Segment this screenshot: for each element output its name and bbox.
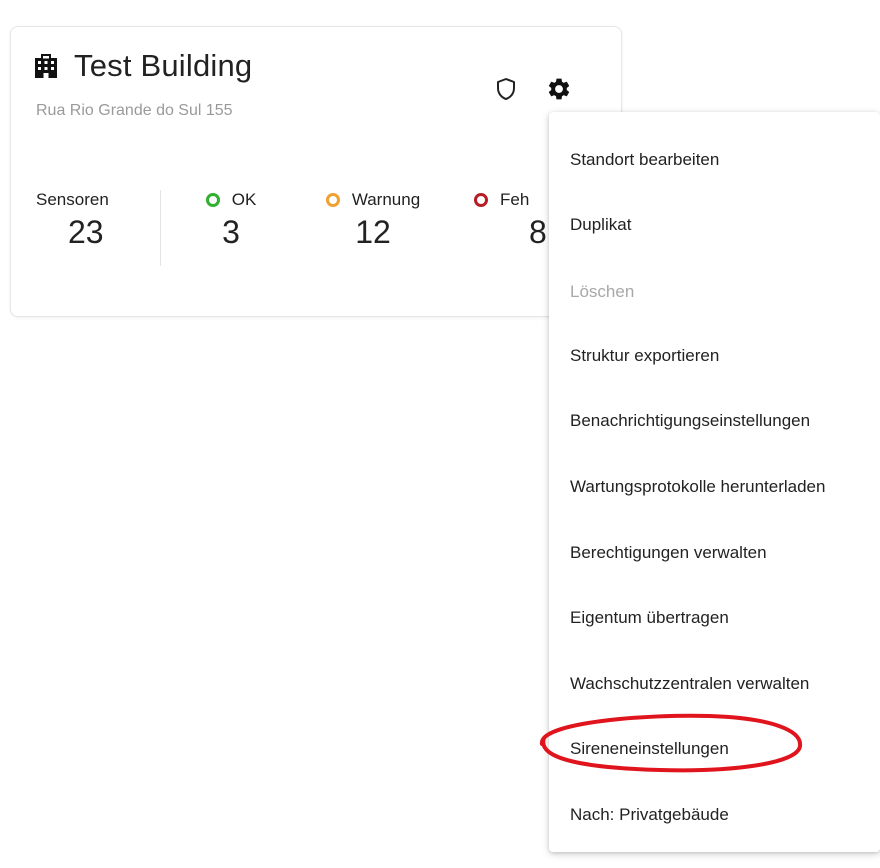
- stat-ok-value: 3: [222, 214, 240, 250]
- menu-item-manage-permissions[interactable]: Berechtigungen verwalten: [570, 543, 767, 563]
- stat-sensors: Sensoren 23: [36, 190, 136, 248]
- sensor-stats: Sensoren 23 OK 3 Warnung 12 Feh 8: [36, 190, 556, 266]
- stat-sensors-value: 23: [68, 214, 104, 250]
- stat-warning-value: 12: [355, 214, 391, 250]
- stat-warning-label: Warnung: [351, 190, 421, 209]
- card-header: Test Building: [32, 48, 252, 84]
- menu-item-transfer-ownership[interactable]: Eigentum übertragen: [570, 608, 729, 628]
- menu-item-delete: Löschen: [570, 282, 635, 301]
- menu-item-edit-location[interactable]: Standort bearbeiten: [570, 150, 719, 170]
- stat-error-label: Feh: [500, 190, 530, 209]
- menu-item-siren-settings[interactable]: Sireneneinstellungen: [570, 739, 729, 759]
- menu-item-download-maintenance-logs[interactable]: Wartungsprotokolle herunterladen: [570, 477, 825, 497]
- building-address: Rua Rio Grande do Sul 155: [36, 102, 233, 119]
- ok-status-icon: [205, 193, 220, 207]
- stat-ok[interactable]: OK 3: [186, 190, 276, 248]
- stat-ok-label: OK: [231, 190, 257, 209]
- stats-divider: [160, 190, 161, 266]
- warning-status-icon: [325, 193, 340, 207]
- menu-item-notification-settings[interactable]: Benachrichtigungseinstellungen: [570, 411, 810, 431]
- stat-sensors-label: Sensoren: [36, 190, 109, 209]
- menu-item-switch-to-private-building[interactable]: Nach: Privatgebäude: [570, 805, 729, 825]
- menu-item-manage-security-centers[interactable]: Wachschutzzentralen verwalten: [570, 674, 809, 694]
- stat-warning[interactable]: Warnung 12: [308, 190, 438, 248]
- shield-icon[interactable]: [496, 77, 516, 101]
- building-icon: [35, 54, 57, 78]
- card-actions: [496, 76, 572, 102]
- error-status-icon: [474, 193, 488, 207]
- menu-item-export-structure[interactable]: Struktur exportieren: [570, 346, 719, 366]
- gear-icon[interactable]: [546, 76, 572, 102]
- menu-item-duplicate[interactable]: Duplikat: [570, 215, 631, 235]
- settings-dropdown-menu: Standort bearbeiten Duplikat Löschen Str…: [549, 112, 880, 852]
- building-title[interactable]: Test Building: [74, 48, 252, 84]
